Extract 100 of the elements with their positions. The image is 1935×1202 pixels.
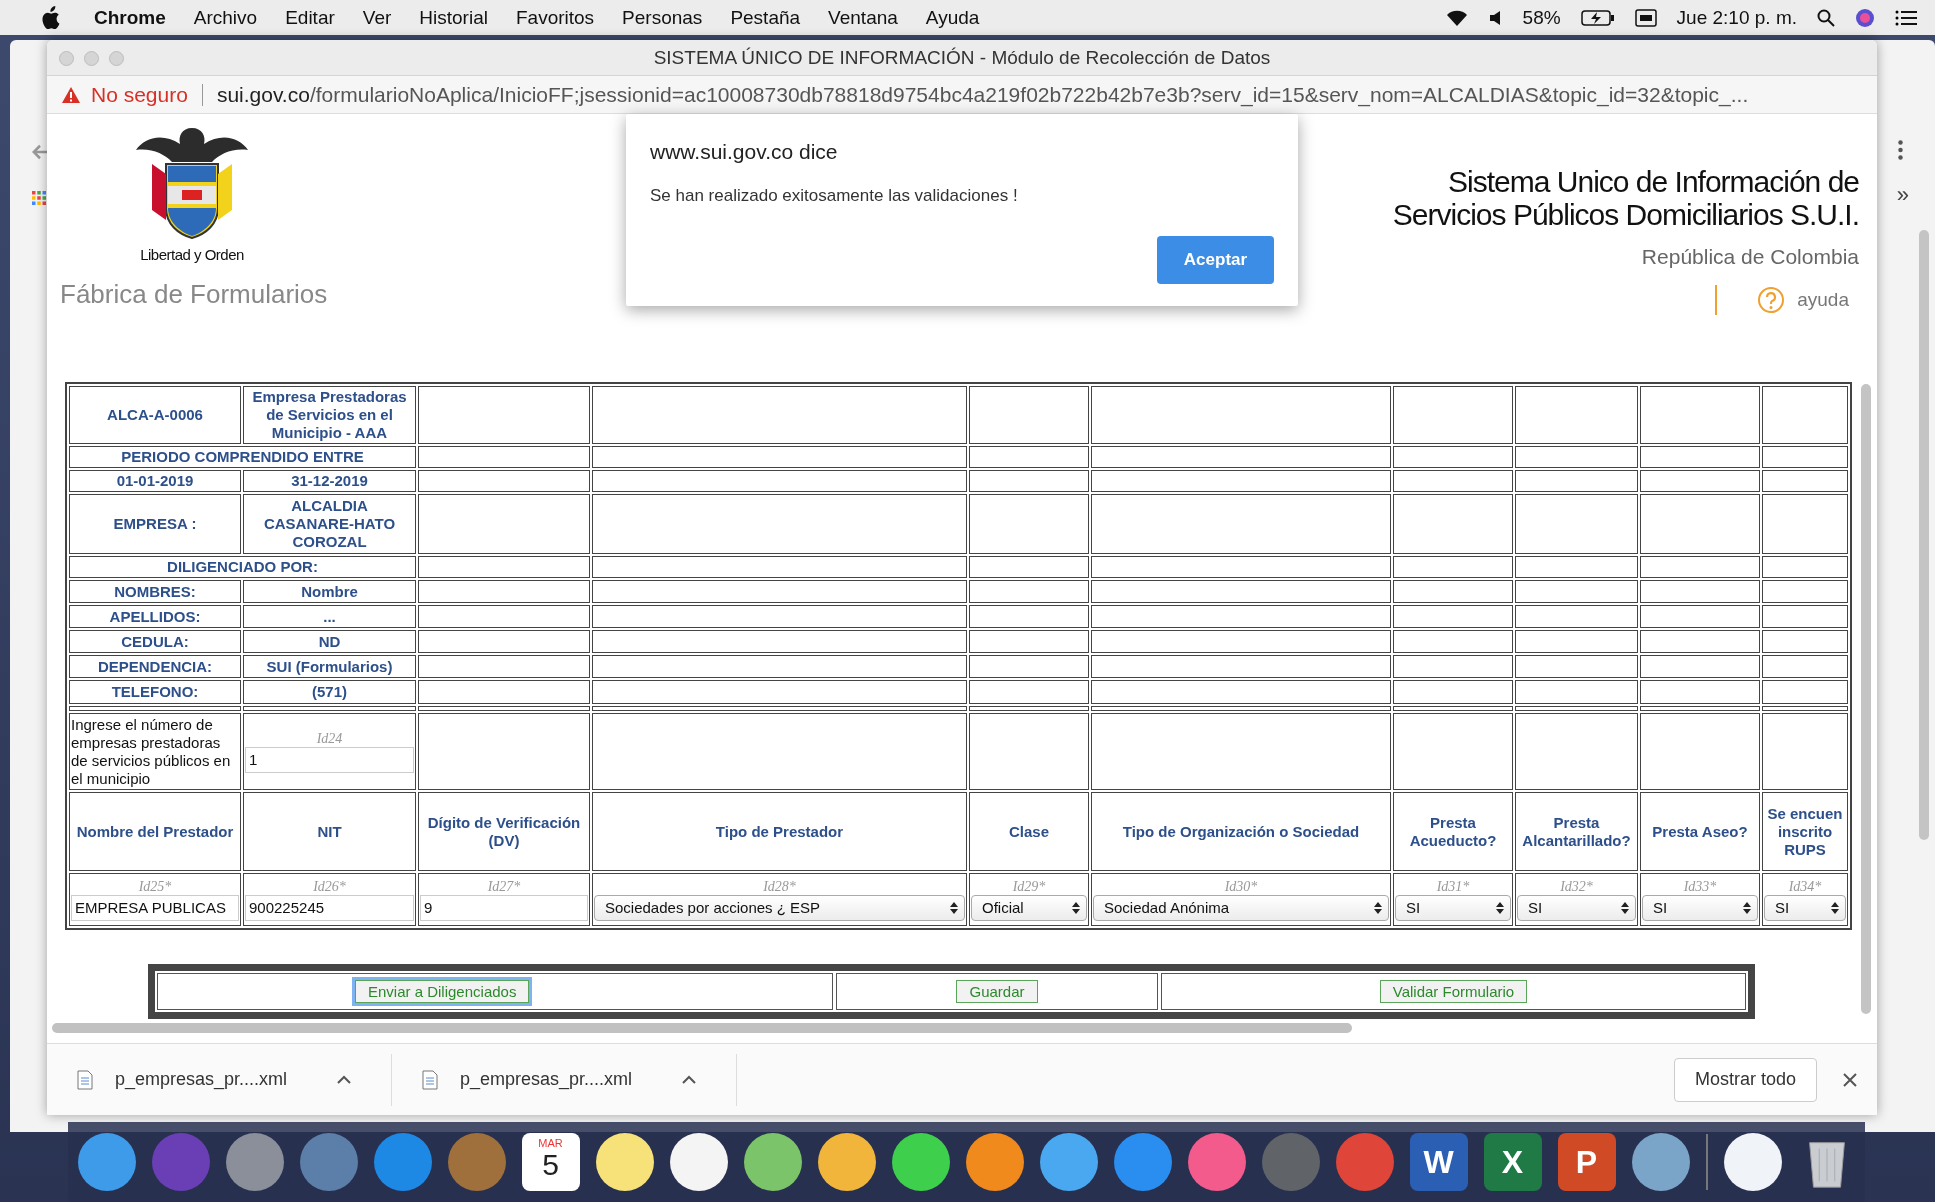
- app-icon[interactable]: [595, 1133, 654, 1191]
- security-label: No seguro: [91, 82, 188, 107]
- kebab-menu-icon[interactable]: [1898, 140, 1903, 160]
- menu-item[interactable]: Ayuda: [925, 6, 980, 29]
- column-header: Nombre del Prestador: [69, 792, 241, 871]
- dropdown[interactable]: Sociedades por acciones ¿ ESP: [594, 894, 965, 921]
- dropdown[interactable]: SI: [1764, 894, 1846, 921]
- up-down-arrows-icon: [1072, 901, 1080, 914]
- search-icon[interactable]: [1817, 8, 1835, 27]
- window-control-dot[interactable]: [109, 51, 124, 66]
- app-icon[interactable]: [891, 1133, 950, 1191]
- menu-item[interactable]: Ventana: [828, 6, 898, 29]
- app-icon[interactable]: [1631, 1133, 1690, 1191]
- horizontal-scrollbar[interactable]: [52, 1023, 1352, 1033]
- form-button[interactable]: Enviar a Diligenciados: [355, 980, 530, 1003]
- app-icon[interactable]: [1723, 1133, 1782, 1191]
- table-cell: ND: [243, 630, 416, 653]
- dropdown[interactable]: SI: [1517, 894, 1636, 921]
- url-host: sui.gov.co: [216, 82, 310, 106]
- column-header: Tipo de Prestador: [592, 792, 967, 871]
- speaker-icon[interactable]: [1488, 9, 1503, 26]
- wifi-icon[interactable]: [1444, 8, 1469, 27]
- table-cell: ...: [243, 605, 416, 628]
- field-id: Id26*: [312, 878, 347, 895]
- menu-app-name[interactable]: Chrome: [94, 6, 166, 29]
- table-cell: Nombre: [243, 580, 416, 603]
- dialog-title: www.sui.gov.co dice: [650, 140, 839, 164]
- menu-clock[interactable]: Jue 2:10 p. m.: [1676, 6, 1797, 29]
- app-icon[interactable]: [1039, 1133, 1098, 1191]
- chevron-up-icon[interactable]: [682, 1075, 697, 1084]
- form-button[interactable]: Validar Formulario: [1379, 980, 1528, 1003]
- input-field[interactable]: 900225245: [245, 894, 414, 921]
- table-cell: NOMBRES:: [69, 580, 241, 603]
- menu-item[interactable]: Favoritos: [515, 6, 595, 29]
- table-cell: DEPENDENCIA:: [69, 655, 241, 678]
- assistant-orb-icon[interactable]: [1855, 7, 1875, 28]
- back-arrow-icon[interactable]: [30, 142, 50, 162]
- window-control-dot[interactable]: [59, 51, 74, 66]
- menu-item[interactable]: Historial: [419, 6, 488, 29]
- address-bar[interactable]: No seguro sui.gov.co/formularioNoAplica/InicioFF;jsessionid=ac10008730db78818d9754bc4a219f02b722b42b7e3b?serv_id=15&serv_nom=ALCALDIAS&topic_id=32&topic_...: [47, 76, 1877, 114]
- dropdown[interactable]: SI: [1642, 894, 1758, 921]
- app-icon[interactable]: [817, 1133, 876, 1191]
- motto-text: Libertad y Orden: [140, 246, 244, 263]
- input-field[interactable]: EMPRESA PUBLICAS: [71, 894, 239, 921]
- dropdown[interactable]: Sociedad Anónima: [1093, 894, 1389, 921]
- field-id: Id27*: [486, 878, 522, 895]
- overflow-chevron[interactable]: »: [1896, 182, 1909, 208]
- menu-item[interactable]: Personas: [622, 6, 703, 29]
- field-id: Id24: [315, 730, 344, 747]
- menu-item[interactable]: Pestaña: [730, 6, 801, 29]
- column-header: NIT: [243, 792, 416, 871]
- column-header: Presta Acueducto?: [1393, 792, 1513, 871]
- chevron-up-icon[interactable]: [337, 1075, 352, 1084]
- page-subtitle: Fábrica de Formularios: [60, 279, 328, 310]
- document-icon: [422, 1069, 438, 1090]
- input-field[interactable]: 1: [245, 746, 414, 773]
- battery-percent: 58%: [1522, 6, 1561, 29]
- table-cell: DILIGENCIADO POR:: [69, 556, 416, 578]
- letter-app-icon[interactable]: W: [1409, 1133, 1468, 1191]
- table-cell: 01-01-2019: [69, 470, 241, 492]
- vertical-scrollbar[interactable]: [1919, 230, 1929, 840]
- battery-charging-icon[interactable]: [1580, 8, 1615, 27]
- column-header: Presta Aseo?: [1640, 792, 1760, 871]
- letter-app-icon[interactable]: X: [1483, 1133, 1542, 1191]
- apple-logo-icon[interactable]: [40, 5, 60, 30]
- calendar-icon[interactable]: MAR 5: [521, 1133, 580, 1191]
- app-icon[interactable]: [743, 1133, 802, 1191]
- app-icon[interactable]: [669, 1133, 728, 1191]
- show-all-button[interactable]: Mostrar todo: [1673, 1057, 1817, 1102]
- table-cell: APELLIDOS:: [69, 605, 241, 628]
- apps-grid-icon[interactable]: [32, 191, 46, 205]
- up-down-arrows-icon: [1831, 901, 1839, 914]
- field-id: Id34*: [1787, 878, 1823, 895]
- menu-item[interactable]: Ver: [362, 6, 392, 29]
- menu-item[interactable]: Editar: [285, 6, 335, 29]
- field-id: Id31*: [1435, 878, 1471, 895]
- table-cell: 31-12-2019: [243, 470, 416, 492]
- url-path: /formularioNoAplica/InicioFF;jsessionid=ac10008730db78818d9754bc4a219f02b722b42b7e3b?serv_id=15&serv_nom=ALCALDIAS&topic_id=32&topic_...: [309, 82, 1749, 107]
- download-item[interactable]: p_empresas_pr....xml: [77, 1053, 392, 1106]
- close-icon[interactable]: [1843, 1072, 1857, 1087]
- window-control-dot[interactable]: [84, 51, 99, 66]
- up-down-arrows-icon: [1374, 901, 1382, 914]
- table-cell: CEDULA:: [69, 630, 241, 653]
- letter-app-icon[interactable]: P: [1557, 1133, 1616, 1191]
- form-button[interactable]: Guardar: [956, 980, 1038, 1003]
- field-id: Id28*: [762, 878, 797, 895]
- input-field[interactable]: 9: [420, 894, 588, 921]
- download-item[interactable]: p_empresas_pr....xml: [422, 1053, 737, 1106]
- column-header: Presta Alcantarillado?: [1515, 792, 1638, 871]
- menu-item[interactable]: Archivo: [193, 6, 258, 29]
- dropdown[interactable]: SI: [1395, 894, 1511, 921]
- table-cell: SUI (Formularios): [243, 655, 416, 678]
- list-menu-icon[interactable]: [1895, 9, 1917, 26]
- column-header: Tipo de Organización o Sociedad: [1091, 792, 1391, 871]
- vertical-scrollbar[interactable]: [1861, 384, 1871, 1014]
- help-link[interactable]: ayuda: [1797, 289, 1849, 311]
- table-cell: PERIODO COMPRENDIDO ENTRE: [69, 446, 416, 468]
- app-icon[interactable]: [965, 1133, 1024, 1191]
- window-title: SISTEMA ÚNICO DE INFORMACIÓN - Módulo de Recolección de Datos: [653, 46, 1271, 69]
- dropdown[interactable]: Oficial: [971, 894, 1087, 921]
